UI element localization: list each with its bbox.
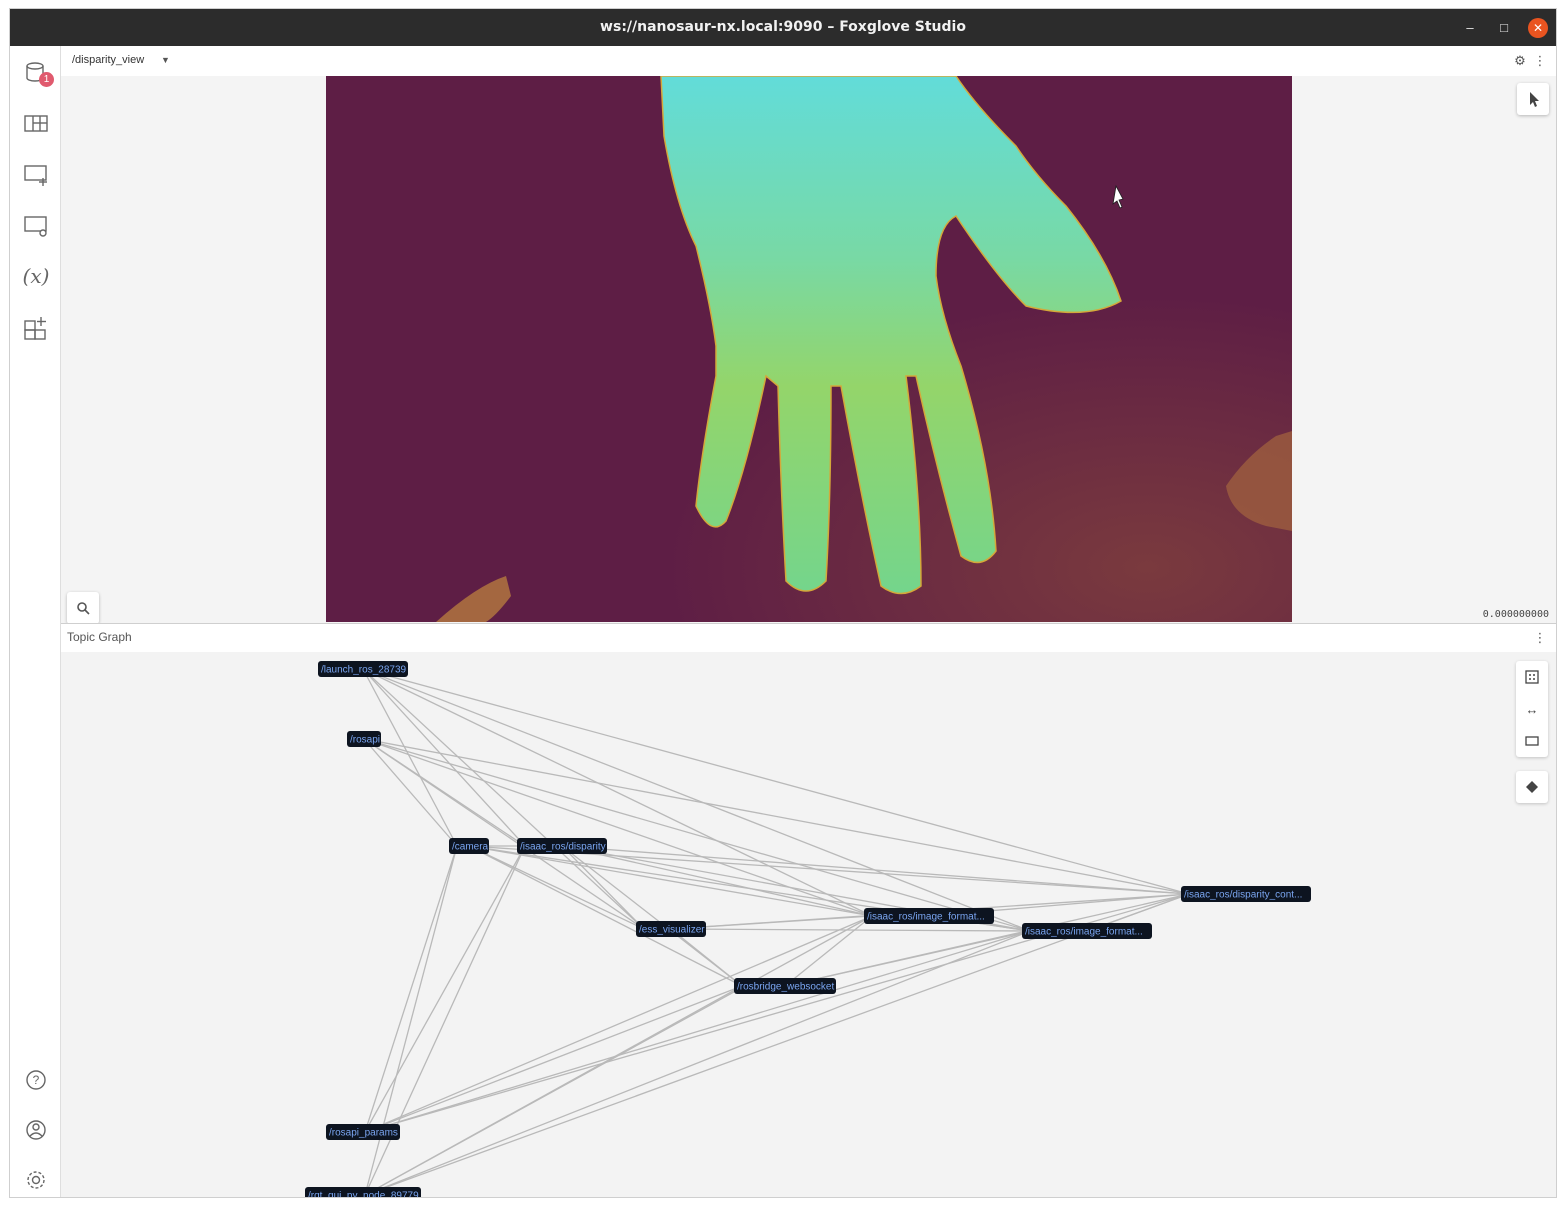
graph-node-camera[interactable]: /camera [449,838,489,854]
help-icon[interactable]: ? [22,1066,50,1094]
graph-node-disparity[interactable]: /isaac_ros/disparity [517,838,607,854]
layouts-icon[interactable] [22,109,50,137]
topic-graph-canvas[interactable]: /launch_ros_28739/rosapi/camera/isaac_ro… [61,624,1557,1198]
zoom-button[interactable] [67,592,99,624]
graph-edge [364,985,743,1196]
more-vertical-icon[interactable]: ⋮ [1531,629,1549,647]
graph-node-label: /isaac_ros/disparity_cont... [1184,890,1302,901]
graph-node-launch[interactable]: /launch_ros_28739 [318,661,408,677]
graph-edge [364,930,1031,1133]
sidebar: 1 (x) ? [10,46,61,1197]
diamond-icon[interactable] [1516,771,1548,803]
graph-edge [363,738,645,930]
graph-node-label: /launch_ros_28739 [321,665,407,676]
graph-node-label: /ess_visualizer [639,925,705,936]
graph-edge [362,668,526,847]
extensions-icon[interactable] [22,313,50,341]
graph-node-label: /rosbridge_websocket [737,982,834,993]
notification-badge: 1 [39,72,54,87]
graph-edge [670,928,1031,932]
image-panel-toolbar: /disparity_view ▼ ⚙ ⋮ [61,46,1556,76]
graph-topic-toggle [1516,771,1548,803]
graph-node-rosapi-params[interactable]: /rosapi_params [326,1124,400,1140]
graph-edge [364,845,526,1196]
graph-node-ess-vis[interactable]: /ess_visualizer [636,921,706,937]
horizontal-layout-icon[interactable]: ↔ [1516,693,1548,725]
image-panel: /disparity_view ▼ ⚙ ⋮ 0.000000000 [61,46,1556,624]
graph-node-label: /isaac_ros/image_format... [1025,927,1143,938]
data-source-icon[interactable]: 1 [22,58,54,87]
graph-edge [670,928,743,987]
graph-edge [364,845,526,1133]
graph-edge [363,738,1031,932]
disparity-image [326,75,1292,622]
graph-node-img-fmt1[interactable]: /isaac_ros/image_format... [864,908,994,924]
graph-edge [362,668,873,917]
fit-view-icon[interactable] [1516,661,1548,693]
search-icon [77,602,90,615]
maximize-button[interactable]: □ [1494,18,1514,38]
graph-edge [362,668,458,847]
more-vertical-icon[interactable]: ⋮ [1531,52,1549,70]
title-bar: ws://nanosaur-nx.local:9090 – Foxglove S… [10,9,1556,46]
window-title: ws://nanosaur-nx.local:9090 – Foxglove S… [600,19,966,35]
graph-node-rosapi[interactable]: /rosapi [347,731,381,747]
select-pointer-button[interactable] [1517,83,1549,115]
graph-controls: ↔ [1516,661,1548,757]
account-icon[interactable] [22,1116,50,1144]
graph-node-label: /isaac_ros/image_format... [867,912,985,923]
graph-edge [363,738,1190,895]
close-button[interactable]: ✕ [1528,18,1548,38]
timestamp-readout: 0.000000000 [1482,609,1549,620]
add-panel-icon[interactable] [22,160,50,188]
graph-edge [362,668,645,930]
graph-edge [468,845,873,917]
topic-dropdown[interactable]: /disparity_view [72,54,144,66]
graph-edge [364,893,1190,1196]
topic-graph-title: Topic Graph [67,630,132,644]
graph-node-label: /rqt_gui_py_node_89779 [308,1191,419,1199]
panel-settings-icon[interactable] [22,211,50,239]
chevron-down-icon[interactable]: ▼ [161,55,170,65]
graph-edge [364,845,458,1196]
svg-text:?: ? [33,1073,40,1087]
graph-node-label: /rosapi [350,735,380,746]
graph-node-img-fmt2[interactable]: /isaac_ros/image_format... [1022,923,1152,939]
preferences-gear-icon[interactable] [22,1166,50,1194]
graph-node-label: /rosapi_params [329,1128,398,1139]
graph-node-rqt[interactable]: /rqt_gui_py_node_89779 [305,1187,421,1198]
graph-edge [364,845,458,1133]
graph-edge [364,930,1031,1196]
graph-node-label: /isaac_ros/disparity [520,842,606,853]
graph-edge [362,668,1031,932]
gear-icon[interactable]: ⚙ [1511,52,1529,70]
graph-node-rosbridge[interactable]: /rosbridge_websocket [734,978,836,994]
minimize-button[interactable]: – [1460,18,1480,38]
graph-node-label: /camera [452,842,489,853]
graph-edge [364,985,743,1133]
topic-graph-toolbar: Topic Graph ⋮ [61,624,1556,652]
graph-node-disp-cont[interactable]: /isaac_ros/disparity_cont... [1181,886,1311,902]
topic-graph-panel: /launch_ros_28739/rosapi/camera/isaac_ro… [61,624,1557,1198]
app-window: ws://nanosaur-nx.local:9090 – Foxglove S… [9,8,1557,1198]
variables-icon[interactable]: (x) [22,262,50,290]
rectangle-icon[interactable] [1516,725,1548,757]
